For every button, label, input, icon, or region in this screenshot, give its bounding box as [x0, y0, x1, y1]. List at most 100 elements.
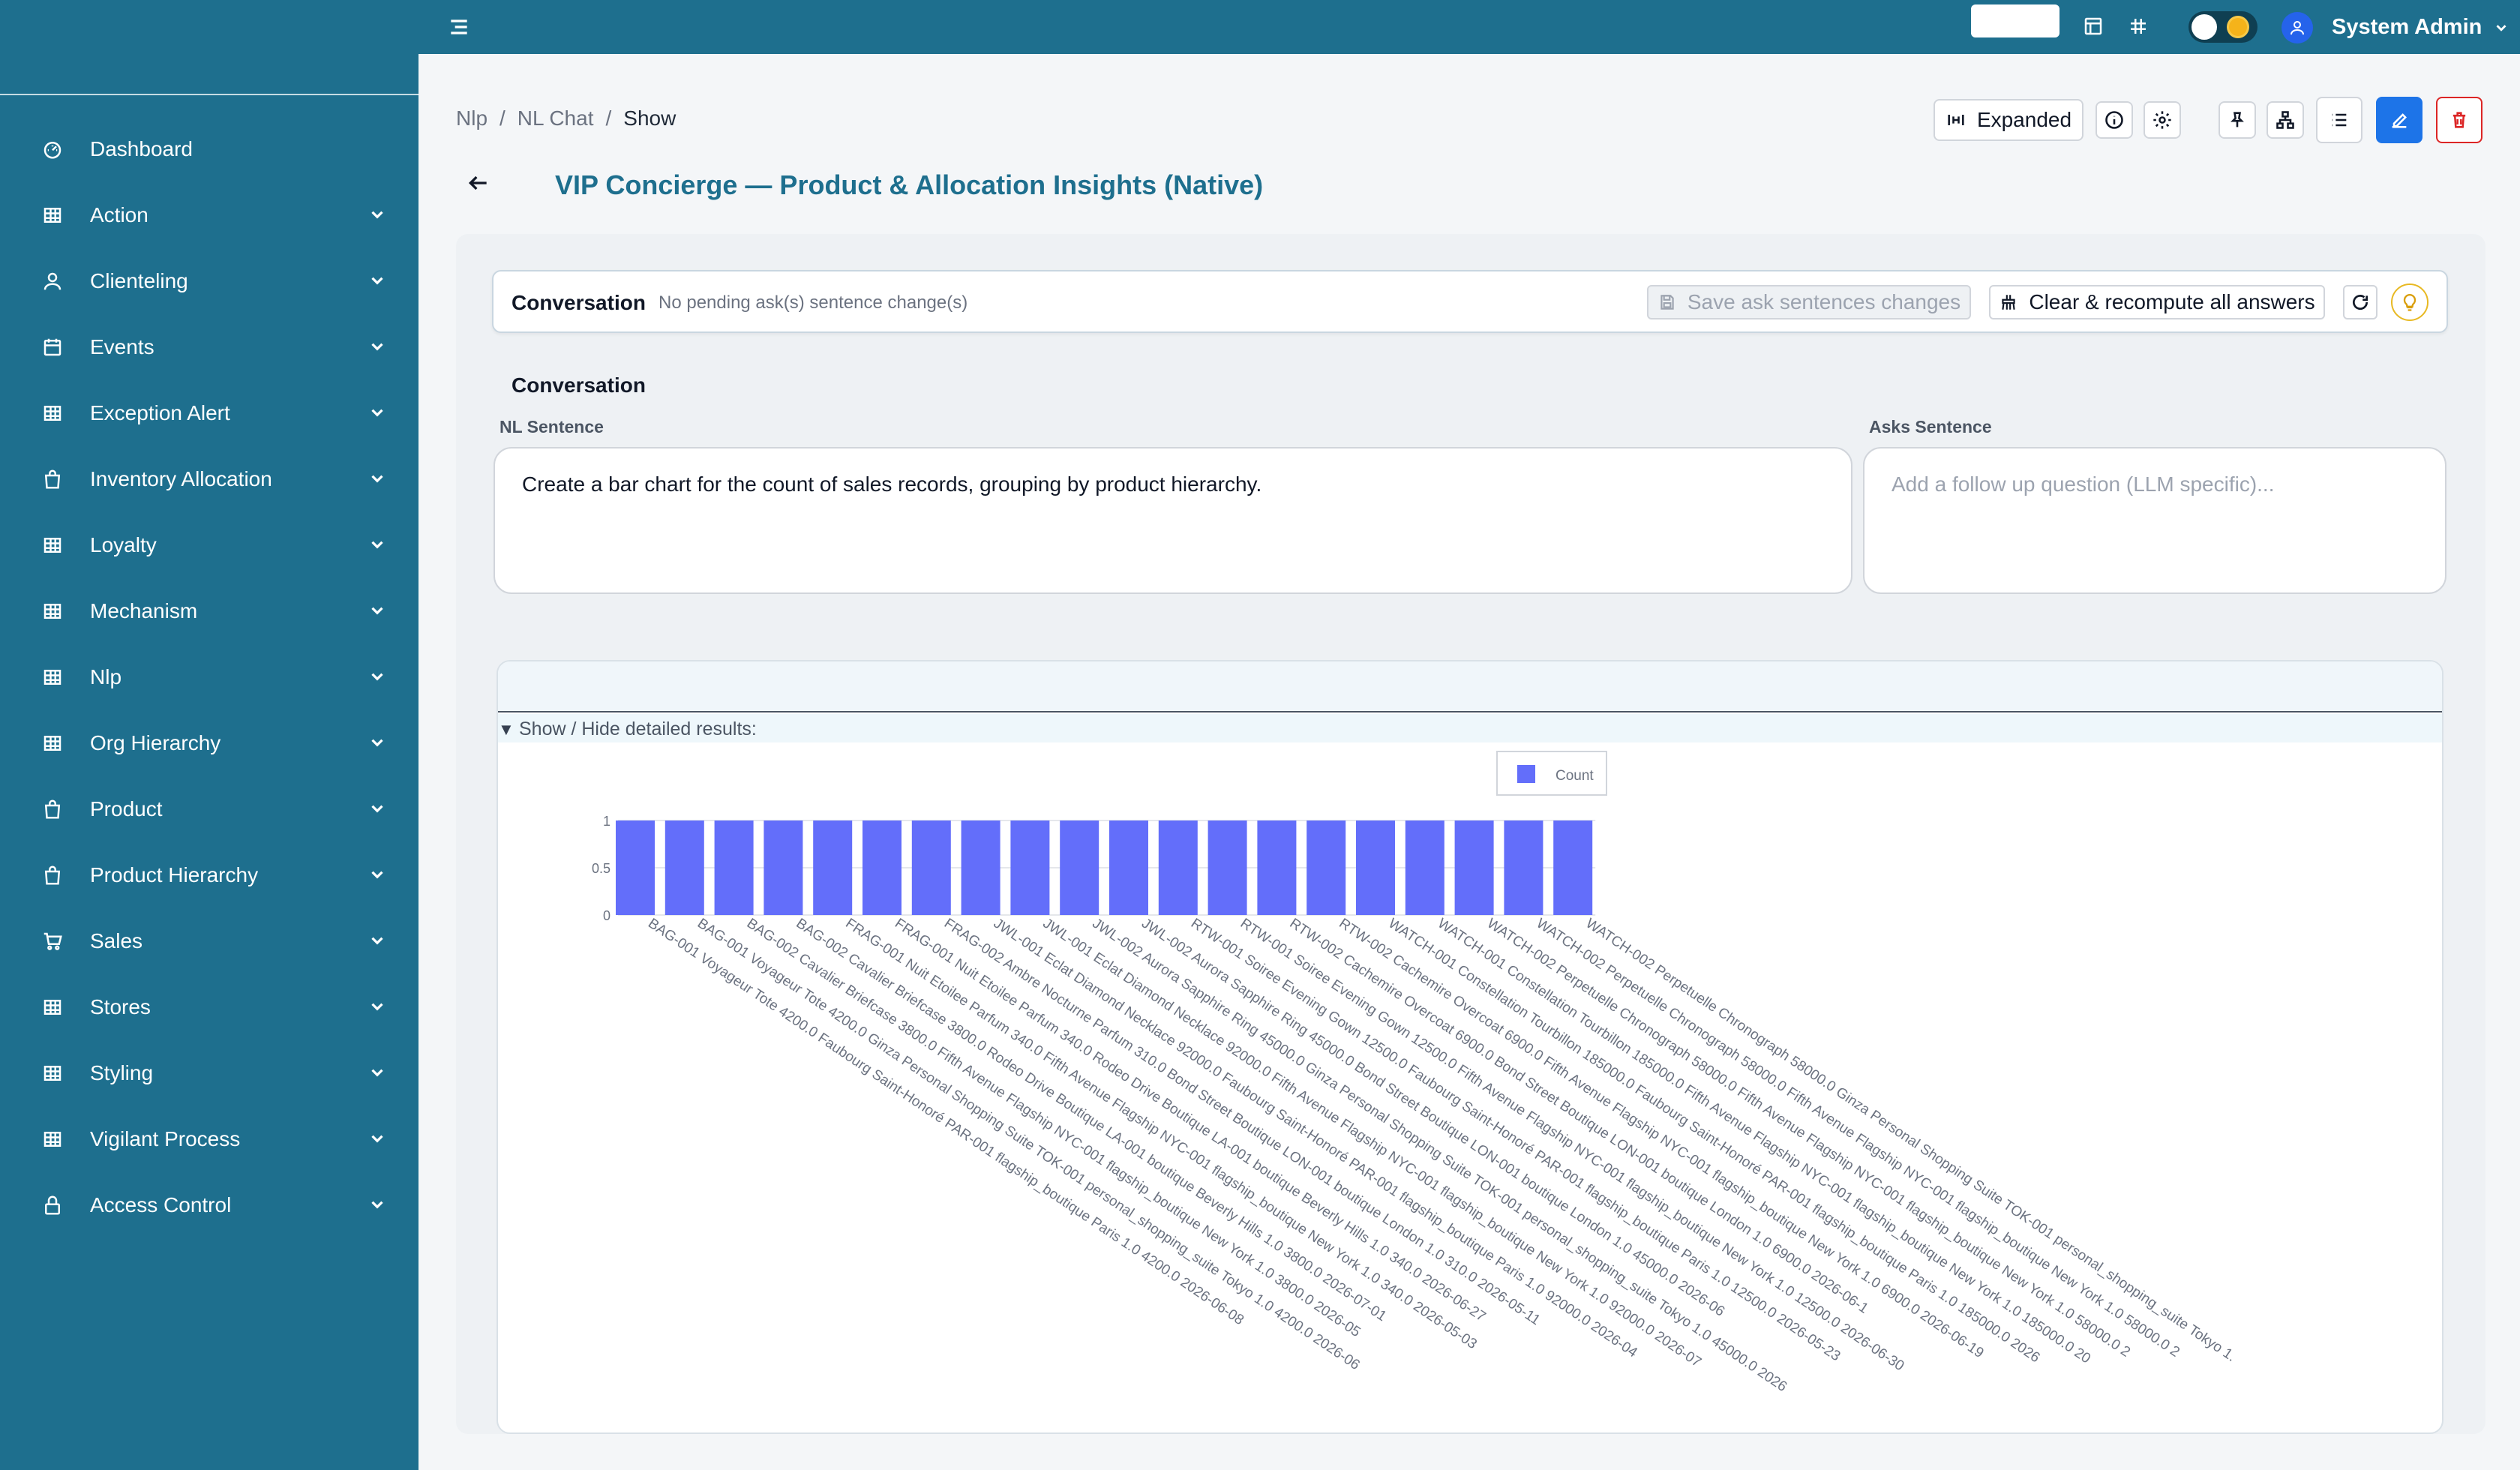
clear-recompute-button[interactable]: Clear & recompute all answers — [1989, 285, 2325, 320]
list-button[interactable] — [2316, 97, 2362, 143]
breadcrumb-separator: / — [500, 106, 506, 130]
sidebar-item-events[interactable]: Events — [0, 314, 418, 380]
bag-icon — [40, 797, 64, 821]
sidebar-item-loyalty[interactable]: Loyalty — [0, 512, 418, 578]
table-icon — [40, 401, 64, 425]
bag-icon — [40, 467, 64, 491]
table-icon — [40, 533, 64, 557]
sidebar-item-label: Nlp — [90, 665, 122, 688]
sidebar-item-mechanism[interactable]: Mechanism — [0, 578, 418, 644]
sidebar: Dashboard Action Clienteling Events Exceptio… — [0, 0, 418, 1470]
lightbulb-icon — [2403, 293, 2416, 311]
results-header-strip — [498, 662, 2442, 712]
theme-toggle[interactable] — [2188, 11, 2258, 43]
grid-icon[interactable] — [2127, 15, 2151, 39]
sidebar-item-label: Inventory Allocation — [90, 467, 272, 490]
sidebar-item-clienteling[interactable]: Clienteling — [0, 248, 418, 314]
bar — [616, 820, 655, 915]
chevron-down-icon[interactable] — [2493, 20, 2510, 36]
calendar-icon — [40, 335, 64, 359]
asks-sentence-input[interactable]: Add a follow up question (LLM specific).… — [1863, 447, 2446, 594]
suggestions-button[interactable] — [2391, 284, 2428, 321]
sidebar-item-label: Product — [90, 797, 163, 820]
refresh-button[interactable] — [2343, 285, 2378, 320]
delete-button[interactable] — [2436, 97, 2482, 143]
sidebar-item-label: Events — [90, 335, 154, 358]
sidebar-item-nlp[interactable]: Nlp — [0, 644, 418, 710]
sidebar-item-vigilant-process[interactable]: Vigilant Process — [0, 1106, 418, 1172]
list-icon — [2332, 113, 2347, 127]
broom-icon — [2002, 295, 2016, 310]
save-ask-sentences-button[interactable]: Save ask sentences changes — [1647, 285, 1971, 320]
info-button[interactable] — [2096, 101, 2133, 139]
settings-button[interactable] — [2144, 101, 2181, 139]
sidebar-item-styling[interactable]: Styling — [0, 1040, 418, 1106]
user-name[interactable]: System Admin — [2332, 15, 2482, 40]
table-icon — [40, 665, 64, 689]
bar — [911, 820, 951, 915]
chevron-down-icon — [368, 799, 387, 818]
bar — [813, 820, 853, 915]
breadcrumb-item-nlp[interactable]: Nlp — [456, 106, 488, 130]
back-arrow-icon[interactable] — [466, 171, 494, 198]
detailed-results-toggle[interactable]: ▼ Show / Hide detailed results: — [498, 714, 2442, 742]
chevron-down-icon — [368, 205, 387, 224]
table-icon — [40, 731, 64, 755]
sidebar-item-stores[interactable]: Stores — [0, 974, 418, 1040]
bar — [664, 820, 704, 915]
breadcrumb-item-nl-chat[interactable]: NL Chat — [518, 106, 594, 130]
toggle-knob — [2192, 14, 2217, 40]
pin-button[interactable] — [2218, 101, 2256, 139]
chevron-down-icon — [368, 733, 387, 752]
bar-chart: 00.51CountBAG-001 Voyageur Tote 4200.0 F… — [592, 751, 2239, 1395]
nl-sentence-input[interactable]: Create a bar chart for the count of sale… — [494, 447, 1852, 594]
sidebar-item-access-control[interactable]: Access Control — [0, 1172, 418, 1238]
table-icon — [40, 1127, 64, 1151]
pin-icon — [2230, 112, 2244, 128]
sitemap-icon — [2276, 111, 2294, 129]
sidebar-item-exception-alert[interactable]: Exception Alert — [0, 380, 418, 446]
bar — [1109, 820, 1148, 915]
table-icon — [40, 1061, 64, 1085]
user-avatar[interactable] — [2282, 12, 2313, 44]
table-icon — [40, 995, 64, 1019]
chevron-down-icon — [368, 997, 387, 1016]
cart-icon — [40, 929, 64, 953]
chevron-down-icon — [368, 1063, 387, 1082]
topbar-search-box[interactable] — [1971, 4, 2060, 38]
sidebar-item-product[interactable]: Product — [0, 776, 418, 842]
chevron-down-icon — [368, 1129, 387, 1148]
conversation-header-title: Conversation — [512, 291, 646, 314]
hierarchy-button[interactable] — [2266, 101, 2304, 139]
gear-icon — [2153, 111, 2171, 129]
bar — [1356, 820, 1395, 915]
nl-sentence-label: NL Sentence — [500, 417, 604, 436]
sidebar-item-label: Sales — [90, 929, 143, 952]
sidebar-item-action[interactable]: Action — [0, 182, 418, 248]
bar — [1306, 820, 1346, 915]
sidebar-item-org-hierarchy[interactable]: Org Hierarchy — [0, 710, 418, 776]
conversation-section-title: Conversation — [512, 374, 646, 397]
edit-button[interactable] — [2376, 97, 2422, 143]
bar — [1208, 820, 1247, 915]
detailed-results-label: Show / Hide detailed results: — [519, 718, 757, 740]
chevron-down-icon — [368, 337, 387, 356]
sidebar-item-sales[interactable]: Sales — [0, 908, 418, 974]
pending-status-text: No pending ask(s) sentence change(s) — [658, 292, 968, 313]
sidebar-item-label: Action — [90, 203, 148, 226]
x-tick-label: RTW-002 Cachemire Overcoat 6900.0 Fifth … — [1336, 916, 1986, 1361]
sidebar-item-product-hierarchy[interactable]: Product Hierarchy — [0, 842, 418, 908]
sidebar-item-label: Vigilant Process — [90, 1127, 241, 1150]
refresh-icon — [2353, 295, 2368, 310]
sidebar-item-dashboard[interactable]: Dashboard — [0, 116, 418, 182]
bar — [1010, 820, 1050, 915]
sidebar-item-inventory-allocation[interactable]: Inventory Allocation — [0, 446, 418, 512]
bar — [764, 820, 803, 915]
bar — [1454, 820, 1494, 915]
table-icon — [40, 599, 64, 623]
layout-icon[interactable] — [2082, 15, 2106, 39]
sidebar-item-label: Styling — [90, 1061, 154, 1084]
expanded-toggle-button[interactable]: Expanded — [1934, 99, 2084, 141]
page-title: VIP Concierge — Product & Allocation Ins… — [555, 170, 1264, 200]
menu-toggle-icon[interactable] — [447, 15, 471, 39]
